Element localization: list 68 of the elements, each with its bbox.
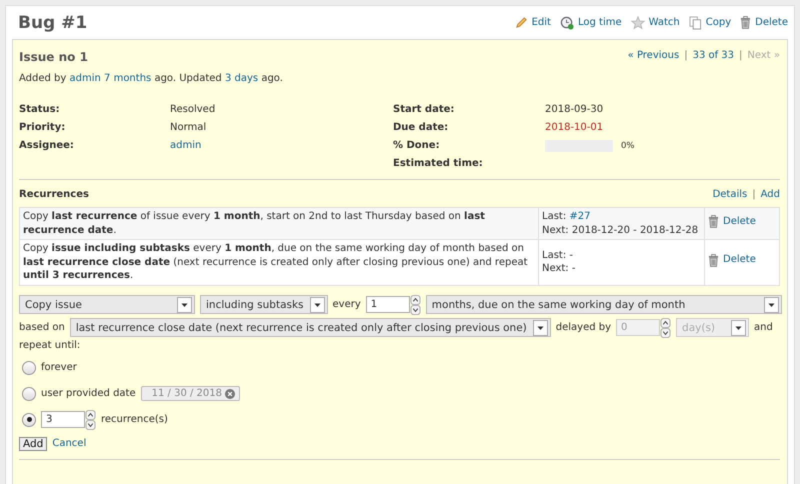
pager-link[interactable]: « Previous [628, 50, 680, 60]
attribute-value: 2018-10-01 [545, 121, 604, 135]
recurrence-description: Copy issue including subtasks every 1 month, due on the same working day of month based on last recurrence close date (next recurrence is created only after closing previous one) and repeat until 3 recurrences. [20, 240, 538, 285]
and-label: and [754, 322, 773, 333]
based-on-label: based on [19, 322, 65, 333]
attribute-label: Estimated time: [393, 157, 484, 171]
watch-link[interactable]: Watch [630, 16, 680, 30]
pager-link[interactable]: 33 of 33 [692, 50, 734, 60]
section-link[interactable]: Add [760, 189, 780, 200]
separator: | [684, 50, 688, 60]
action-dropdown[interactable]: Copy issue [19, 295, 195, 314]
option-label: user provided date [41, 388, 136, 399]
separator: | [752, 189, 756, 200]
radio-button[interactable] [22, 412, 36, 426]
attribute-label: % Done: [393, 139, 441, 153]
trash-icon [740, 16, 752, 29]
count-unit-label: recurrence(s) [101, 414, 168, 425]
spinner-icon[interactable] [85, 410, 96, 430]
attribute-label: Due date: [393, 121, 450, 135]
attribute-value: Normal [170, 121, 208, 135]
cancel-link[interactable]: Cancel [52, 438, 86, 449]
next-label: Next: [542, 263, 569, 274]
option-label: forever [41, 362, 77, 373]
next-value: 2018-12-20 - 2018-12-28 [572, 224, 698, 236]
last-label: Last: [542, 250, 566, 261]
copy-icon [688, 16, 702, 30]
attribute-label: Start date: [393, 103, 456, 117]
delete-link[interactable]: Delete [708, 253, 756, 267]
attribute-label: Assignee: [19, 139, 75, 153]
clock-icon [560, 16, 574, 30]
next-value: - [572, 263, 576, 274]
byline-link[interactable]: 7 months [104, 73, 152, 84]
radio-button[interactable] [22, 360, 36, 374]
trash-icon [708, 254, 719, 267]
add-button[interactable]: Add [19, 436, 48, 450]
section-link[interactable]: Details [712, 189, 748, 200]
trash-icon [708, 214, 719, 228]
page-title: Bug #1 [18, 12, 88, 32]
pencil-icon [514, 16, 528, 29]
spinner-icon[interactable] [410, 294, 421, 314]
recurrence-description: Copy last recurrence of issue every 1 month, start on 2nd to last Thursday based on last recurrence date. [20, 208, 538, 240]
percent-text: 0% [621, 140, 634, 153]
section-title: Recurrences [19, 189, 89, 200]
star-icon [630, 16, 645, 30]
last-label: Last: [542, 211, 566, 222]
unit-dropdown[interactable]: months, due on the same working day of month [426, 295, 782, 314]
separator: | [739, 50, 742, 60]
copy-link[interactable]: Copy [688, 16, 732, 30]
every-label: every [332, 299, 361, 310]
attribute-label: Priority: [19, 121, 66, 135]
delayed-by-label: delayed by [556, 322, 612, 333]
last-value: - [569, 250, 573, 261]
attribute-value: Resolved [170, 103, 216, 117]
repeat-until-label: repeat until: [19, 340, 80, 350]
edit-link[interactable]: Edit [514, 16, 551, 29]
issue-subject: Issue no 1 [19, 50, 88, 64]
issue-link[interactable]: #27 [569, 211, 590, 222]
issue-byline: Added by admin 7 months ago. Updated 3 days ago. [19, 73, 284, 84]
byline-link[interactable]: admin [70, 73, 101, 84]
byline-link[interactable]: 3 days [224, 73, 258, 84]
attribute-label: Status: [19, 103, 61, 117]
delete-link[interactable]: Delete [740, 16, 788, 29]
base-dropdown[interactable]: last recurrence close date (next recurrence is created only after closing previous one) [70, 318, 551, 337]
attribute-value: 2018-09-30 [545, 103, 604, 117]
log-link[interactable]: Log time [560, 16, 622, 30]
user-link[interactable]: admin [170, 140, 202, 151]
subtasks-dropdown[interactable]: including subtasks [200, 295, 328, 314]
next-label: Next: [542, 224, 569, 236]
